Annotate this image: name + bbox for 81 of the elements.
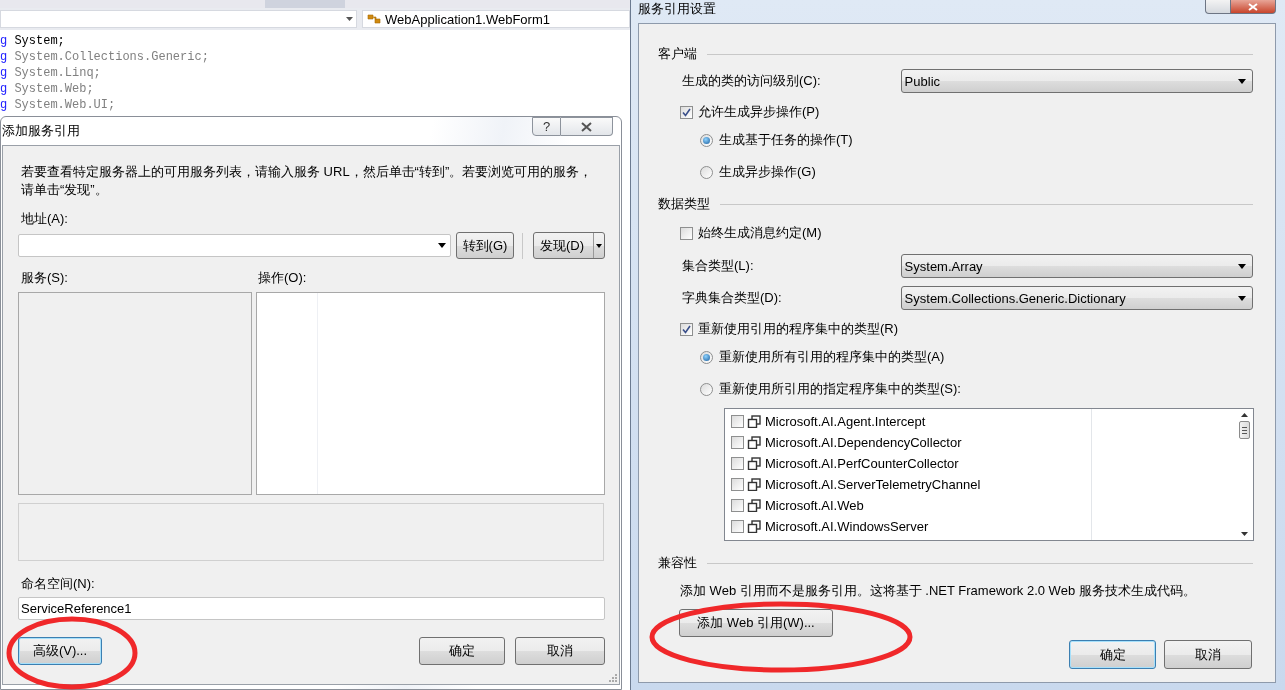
field-label: 生成的类的访问级别(C): [682, 72, 822, 90]
checkbox-label: 允许生成异步操作(P) [698, 103, 820, 121]
cancel-button[interactable]: 取消 [515, 637, 605, 665]
checkbox[interactable] [731, 520, 744, 533]
field-label: 字典集合类型(D): [682, 289, 783, 307]
radio-label: 生成基于任务的操作(T) [719, 131, 853, 149]
cancel-button[interactable]: 取消 [1164, 640, 1252, 669]
namespace-label: 命名空间(N): [20, 575, 96, 593]
section-heading: 兼容性 [658, 554, 697, 572]
assembly-name[interactable]: Microsoft.AI.Web [765, 498, 864, 513]
field-label: 集合类型(L): [682, 257, 755, 275]
namespace-field[interactable]: ServiceReference1 [18, 597, 605, 620]
discover-button[interactable]: 发现(D) [533, 232, 605, 259]
services-label: 服务(S): [20, 269, 69, 287]
compatibility-text: 添加 Web 引用而不是服务引用。这将基于 .NET Framework 2.0 Web 服务技术生成代码。 [680, 583, 1196, 598]
checkbox[interactable] [731, 478, 744, 491]
checkbox-label: 重新使用引用的程序集中的类型(R) [698, 320, 899, 338]
assembly-icon [747, 478, 762, 491]
checkbox[interactable] [680, 105, 693, 119]
section-heading: 客户端 [658, 45, 697, 63]
class-member-icon [367, 12, 381, 26]
code-line: g System.Linq; [0, 65, 102, 81]
assembly-name[interactable]: Microsoft.AI.ServerTelemetryChannel [765, 477, 981, 492]
radio-label: 生成异步操作(G) [719, 163, 816, 181]
checkbox[interactable] [680, 322, 693, 336]
instructions-text: 若要查看特定服务器上的可用服务列表，请输入服务 URL，然后单击“转到”。若要浏览可用的服务，请单击“发现”。 [20, 163, 594, 199]
code-line: g System.Collections.Generic; [0, 49, 210, 65]
close-button[interactable] [1231, 0, 1276, 14]
dialog-title: 添加服务引用 [2, 122, 80, 140]
close-icon [1248, 2, 1258, 11]
dialog-title: 服务引用设置 [638, 0, 716, 17]
section-heading: 数据类型 [658, 195, 710, 213]
assembly-icon [747, 457, 762, 470]
code-line: g System.Web.UI; [0, 97, 117, 113]
go-button[interactable]: 转到(G) [456, 232, 514, 259]
dropdown-arrow-icon [438, 243, 446, 248]
dropdown-arrow-icon [1238, 263, 1246, 269]
help-button[interactable] [1205, 0, 1231, 14]
caret-icon [596, 243, 602, 248]
radio-button[interactable] [700, 382, 713, 396]
assembly-icon [747, 415, 762, 428]
code-line: g System; [0, 33, 66, 49]
checkbox[interactable] [731, 436, 744, 449]
assembly-icon [747, 499, 762, 512]
checkbox[interactable] [731, 499, 744, 512]
ok-button[interactable]: 确定 [419, 637, 505, 665]
assembly-icon [747, 436, 762, 449]
dropdown[interactable]: System.Collections.Generic.Dictionary [900, 286, 1253, 310]
resize-grip-icon[interactable] [609, 674, 617, 682]
assembly-name[interactable]: Microsoft.AI.Agent.Intercept [765, 414, 926, 429]
assembly-name[interactable]: Microsoft.AI.DependencyCollector [765, 435, 962, 450]
radio-button[interactable] [700, 350, 713, 364]
scroll-up-icon[interactable] [1241, 413, 1248, 417]
dropdown-arrow-icon [1238, 78, 1246, 84]
dropdown[interactable]: Public [900, 69, 1253, 93]
advanced-button[interactable]: 高级(V)... [18, 637, 102, 665]
address-label: 地址(A): [20, 210, 69, 228]
add-web-reference-button[interactable]: 添加 Web 引用(W)... [679, 609, 833, 637]
dropdown[interactable]: System.Array [900, 254, 1253, 278]
checkbox-label: 始终生成消息约定(M) [698, 224, 822, 242]
close-icon [581, 121, 592, 132]
help-button[interactable]: ? [532, 117, 561, 136]
dropdown-arrow-icon [346, 17, 353, 21]
address-combobox[interactable] [18, 234, 451, 257]
assembly-name[interactable]: Microsoft.AI.WindowsServer [765, 519, 929, 534]
radio-button[interactable] [700, 165, 713, 179]
checkbox[interactable] [731, 457, 744, 470]
scroll-down-icon[interactable] [1241, 532, 1248, 536]
assembly-name[interactable]: Microsoft.AI.PerfCounterCollector [765, 456, 959, 471]
radio-label: 重新使用所有引用的程序集中的类型(A) [719, 348, 945, 366]
dropdown-arrow-icon [1238, 295, 1246, 301]
operations-label: 操作(O): [257, 269, 307, 287]
radio-label: 重新使用所引用的指定程序集中的类型(S): [719, 380, 961, 398]
close-button[interactable] [561, 117, 613, 136]
code-line: g System.Web; [0, 81, 95, 97]
member-dropdown[interactable]: WebApplication1.WebForm1 [362, 10, 630, 28]
checkbox[interactable] [680, 226, 693, 240]
radio-button[interactable] [700, 133, 713, 147]
assembly-icon [747, 520, 762, 533]
ok-button[interactable]: 确定 [1069, 640, 1156, 669]
checkbox[interactable] [731, 415, 744, 428]
